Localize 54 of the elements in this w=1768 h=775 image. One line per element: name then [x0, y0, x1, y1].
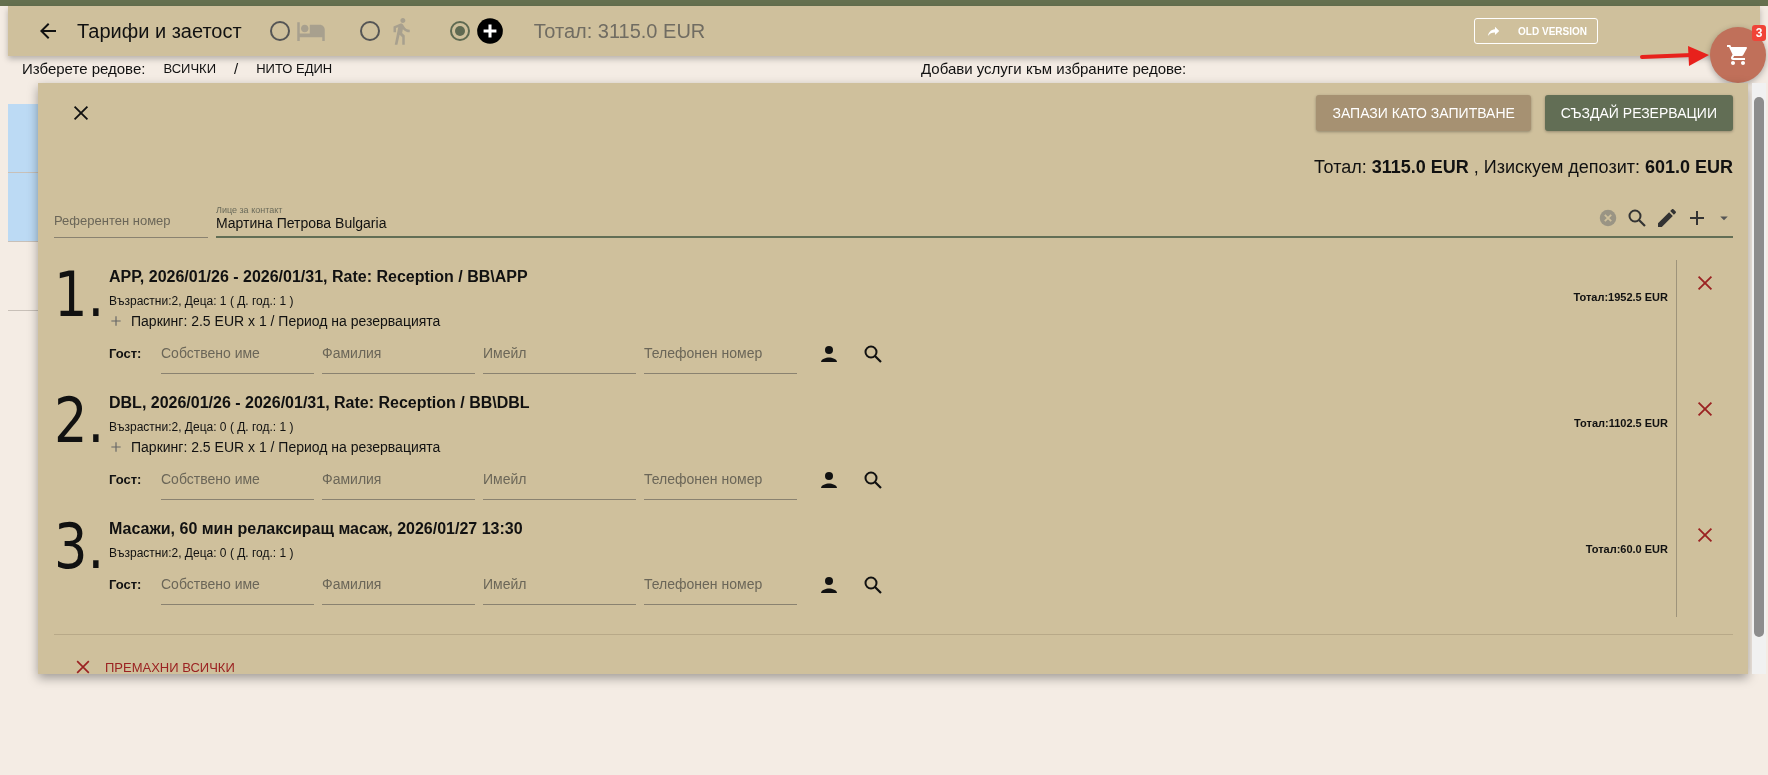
guest-input-field[interactable]: Имейл: [483, 459, 636, 500]
guest-input-field[interactable]: Собствено име: [161, 564, 314, 605]
pointer-arrow: [1640, 45, 1710, 67]
contact-person-field[interactable]: Мартина Петрова Bulgaria: [216, 215, 1591, 231]
plus-icon: [109, 314, 123, 328]
item-total: Тотал:1952.5 EUR: [1573, 291, 1668, 303]
guest-input-field[interactable]: Имейл: [483, 333, 636, 374]
guest-label: Гост:: [109, 472, 143, 487]
item-title: APP, 2026/01/26 - 2026/01/31, Rate: Reception / BB\APP: [109, 268, 529, 286]
item-title: DBL, 2026/01/26 - 2026/01/31, Rate: Reception / BB\DBL: [109, 394, 531, 412]
total-and-deposit: Тотал: 3115.0 EUR , Изискуем депозит: 601.0 EUR: [1312, 157, 1733, 178]
guest-input-field[interactable]: Телефонен номер: [644, 333, 797, 374]
select-rows-label: Изберете редове:: [22, 60, 146, 77]
select-none-link[interactable]: НИТО ЕДИН: [256, 61, 333, 76]
guest-counts: Възрастни:2, Деца: 0 ( Д. год.: 1 ): [109, 420, 295, 434]
guest-input-field[interactable]: Собствено име: [161, 459, 314, 500]
field-label: Лице за контакт: [216, 205, 284, 215]
item-number: 3.: [54, 512, 101, 585]
item-total: Тотал:60.0 EUR: [1585, 543, 1668, 555]
guest-input-field[interactable]: Собствено име: [161, 333, 314, 374]
item-total: Тотал:1102.5 EUR: [1574, 417, 1668, 429]
reference-number-field[interactable]: Референтен номер: [54, 203, 208, 238]
guest-input-field[interactable]: Телефонен номер: [644, 564, 797, 605]
add-services-label: Добави услуги към избраните редове:: [921, 60, 1187, 77]
guest-counts: Възрастни:2, Деца: 0 ( Д. год.: 1 ): [109, 546, 295, 560]
page-title: Тарифи и заетост: [77, 19, 242, 43]
scrollbar[interactable]: [1752, 83, 1766, 674]
item-number: 2.: [54, 386, 101, 459]
radio-button[interactable]: [359, 21, 380, 41]
guest-label: Гост:: [109, 577, 143, 592]
select-all-link[interactable]: ВСИЧКИ: [163, 61, 216, 76]
guest-input-field[interactable]: Имейл: [483, 564, 636, 605]
plus-icon: [109, 440, 123, 454]
radio-button[interactable]: [449, 21, 470, 41]
save-as-inquiry-button[interactable]: ЗАПАЗИ КАТО ЗАПИТВАНЕ: [1316, 95, 1531, 131]
guest-input-field[interactable]: Фамилия: [322, 333, 475, 374]
guest-input-field[interactable]: Фамилия: [322, 564, 475, 605]
plus-circle-icon: [475, 17, 504, 45]
extra-service: Паркинг: 2.5 EUR x 1 / Период на резервацията: [131, 313, 441, 329]
remove-all-button[interactable]: ПРЕМАХНИ ВСИЧКИ: [69, 653, 239, 681]
extra-service: Паркинг: 2.5 EUR x 1 / Период на резервацията: [131, 439, 441, 455]
guest-counts: Възрастни:2, Деца: 1 ( Д. год.: 1 ): [109, 294, 295, 308]
separator: /: [234, 60, 239, 77]
cart-icon: [1726, 43, 1750, 67]
pencil-icon[interactable]: [1655, 206, 1679, 230]
guest-input-field[interactable]: Телефонен номер: [644, 459, 797, 500]
create-reservations-button[interactable]: СЪЗДАЙ РЕЗЕРВАЦИИ: [1544, 95, 1733, 131]
item-title: Масажи, 60 мин релаксиращ масаж, 2026/01/27 13:30: [109, 520, 524, 538]
cart-count-badge: 3: [1752, 25, 1766, 41]
guest-input-field[interactable]: Фамилия: [322, 459, 475, 500]
total-amount: Тотал: 3115.0 EUR: [533, 19, 706, 43]
guest-label: Гост:: [109, 346, 143, 361]
item-number: 1.: [54, 260, 101, 333]
radio-button[interactable]: [269, 21, 290, 41]
